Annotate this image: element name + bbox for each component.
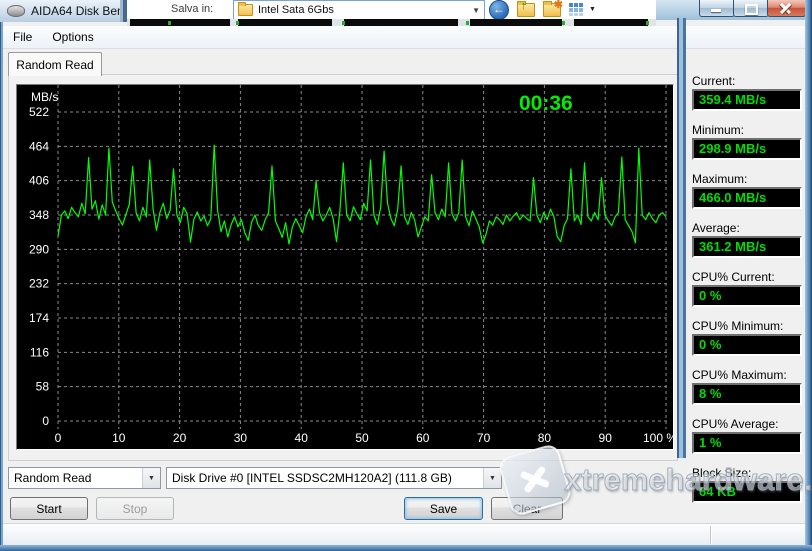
maximize-button[interactable]: [733, 0, 769, 17]
svg-text:80: 80: [538, 431, 552, 445]
chevron-down-icon[interactable]: ▼: [142, 468, 160, 488]
svg-text:40: 40: [295, 431, 309, 445]
chevron-down-icon[interactable]: ▼: [472, 6, 480, 15]
svg-text:174: 174: [29, 311, 49, 325]
svg-text:232: 232: [29, 277, 49, 291]
svg-text:406: 406: [29, 174, 49, 188]
svg-text:0: 0: [42, 414, 49, 428]
chevron-down-icon[interactable]: ▼: [483, 468, 501, 488]
status-bar-separator: [710, 526, 712, 544]
stat-value-2: 466.0 MB/s: [692, 187, 802, 209]
minimize-button[interactable]: [699, 0, 735, 17]
background-window-border: [677, 18, 686, 458]
svg-text:30: 30: [234, 431, 248, 445]
svg-text:20: 20: [173, 431, 187, 445]
save-dialog-fragment: Salva in: Intel Sata 6Gbs ▼ ← ↑ ✱ ▼: [127, 0, 656, 20]
stats-panel: Current: 359.4 MB/s Minimum: 298.9 MB/s Maxi…: [692, 74, 802, 515]
benchmark-chart: 522 464 406 348 290 232 174 116 58 0 0 10 20 30 40 50 60…: [16, 84, 677, 450]
status-bar: [3, 523, 805, 545]
menu-options[interactable]: Options: [42, 30, 103, 44]
svg-text:70: 70: [477, 431, 491, 445]
svg-text:MB/s: MB/s: [31, 90, 58, 104]
stat-value-5: 0 %: [692, 334, 802, 356]
views-chevron-icon[interactable]: ▼: [589, 6, 596, 13]
svg-text:116: 116: [30, 345, 49, 359]
test-type-value: Random Read: [14, 471, 92, 485]
chart-canvas: 522 464 406 348 290 232 174 116 58 00 10 20 30 40 50 60…: [29, 85, 677, 445]
stat-label-5: CPU% Minimum:: [692, 319, 784, 333]
stat-label-1: Minimum:: [692, 123, 745, 137]
stat-value-3: 361.2 MB/s: [692, 236, 802, 258]
disk-icon: [7, 5, 25, 17]
tab-random-read[interactable]: Random Read: [8, 52, 102, 76]
window-border-bottom: [0, 545, 812, 551]
aida64-disk-benchmark-window: AIDA64 Disk Bench Salva in: Intel Sata 6…: [0, 0, 812, 551]
start-button[interactable]: Start: [10, 497, 88, 520]
save-in-label: Salva in:: [171, 3, 214, 15]
folder-icon: [238, 2, 253, 16]
stat-label-7: CPU% Average:: [692, 417, 779, 431]
stat-label-4: CPU% Current:: [692, 270, 775, 284]
window-title: AIDA64 Disk Bench: [31, 4, 127, 18]
close-button[interactable]: [767, 0, 806, 17]
elapsed-timer: 00:36: [519, 92, 573, 115]
svg-text:290: 290: [29, 242, 49, 256]
stat-label-3: Average:: [692, 221, 740, 235]
clear-button[interactable]: Clear: [491, 497, 563, 520]
background-window-titlebar: [656, 0, 806, 20]
svg-text:464: 464: [29, 139, 49, 153]
up-arrow-glyph: ↑: [521, 0, 527, 12]
views-icon[interactable]: [569, 3, 584, 16]
save-location-dropdown[interactable]: Intel Sata 6Gbs ▼: [233, 0, 485, 20]
svg-text:100 %: 100 %: [643, 431, 673, 445]
test-type-dropdown[interactable]: Random Read ▼: [8, 467, 161, 489]
dialog-window-edge: [120, 0, 127, 22]
menu-file[interactable]: File: [3, 30, 42, 44]
maximize-icon: [745, 4, 758, 15]
stat-value-1: 298.9 MB/s: [692, 138, 802, 160]
stat-value-8: 64 KB: [692, 481, 802, 503]
svg-text:58: 58: [36, 380, 50, 394]
minimize-icon: [711, 9, 721, 12]
svg-text:60: 60: [416, 431, 430, 445]
window-border-left: [0, 22, 3, 551]
window-border-right: [805, 0, 812, 551]
spark-glyph: ✱: [553, 0, 563, 11]
stat-label-8: Block Size:: [692, 466, 752, 480]
svg-text:348: 348: [29, 208, 49, 222]
folder-up-icon[interactable]: ↑: [517, 0, 535, 17]
stop-button[interactable]: Stop: [96, 497, 174, 520]
drive-value: Disk Drive #0 [INTEL SSDSC2MH120A2] (111…: [172, 471, 452, 485]
stat-label-6: CPU% Maximum:: [692, 368, 787, 382]
svg-text:10: 10: [112, 431, 126, 445]
stat-label-2: Maximum:: [692, 172, 748, 186]
new-folder-icon[interactable]: ✱: [543, 0, 563, 17]
stat-value-6: 8 %: [692, 383, 802, 405]
stat-value-7: 1 %: [692, 432, 802, 454]
stat-label-0: Current:: [692, 74, 736, 88]
svg-text:522: 522: [29, 105, 49, 119]
stat-value-4: 0 %: [692, 285, 802, 307]
stat-value-0: 359.4 MB/s: [692, 89, 802, 111]
back-icon[interactable]: ←: [489, 0, 509, 20]
aida64-titlebar-fragment[interactable]: AIDA64 Disk Bench: [0, 0, 127, 22]
svg-text:50: 50: [355, 431, 369, 445]
dialog-toolbar: ← ↑ ✱ ▼: [489, 0, 596, 20]
save-location-value: Intel Sata 6Gbs: [258, 4, 334, 16]
svg-text:90: 90: [599, 431, 613, 445]
drive-dropdown[interactable]: Disk Drive #0 [INTEL SSDSC2MH120A2] (111…: [166, 467, 502, 489]
svg-text:0: 0: [55, 431, 62, 445]
save-button[interactable]: Save: [404, 497, 483, 520]
